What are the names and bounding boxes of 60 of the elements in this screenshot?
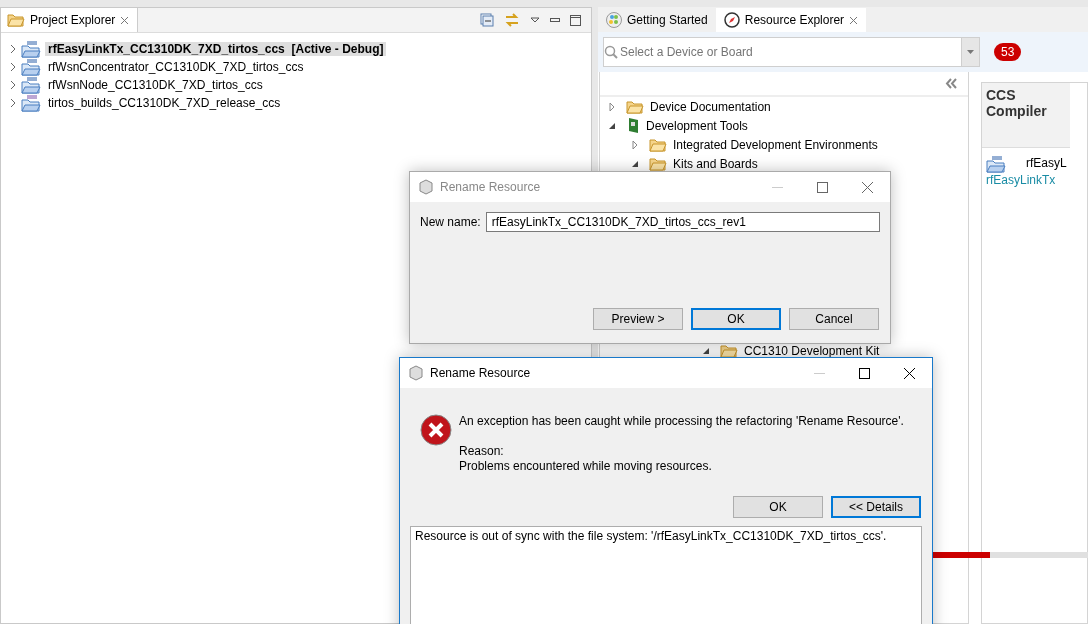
tree-item[interactable]: Kits and Boards bbox=[673, 156, 758, 171]
detail-header: CCS Compiler bbox=[982, 83, 1070, 148]
dialog-button[interactable]: Preview > bbox=[593, 308, 683, 330]
dialog-button[interactable]: Cancel bbox=[789, 308, 879, 330]
tree-item[interactable]: CC1310 Development Kit bbox=[744, 343, 880, 358]
editor-tab[interactable]: Getting Started bbox=[598, 8, 716, 32]
count-badge: 53 bbox=[994, 43, 1022, 61]
dialog-title: Rename Resource bbox=[440, 180, 541, 194]
resource-name: rfEasyL bbox=[1026, 156, 1067, 172]
expand-triangle-icon[interactable] bbox=[631, 140, 639, 149]
expand-triangle-icon[interactable] bbox=[608, 102, 616, 111]
circuit-board-icon bbox=[626, 116, 640, 135]
error-message: An exception has been caught while processing the refactoring 'Rename Resource'. bbox=[459, 414, 904, 429]
minimize-icon[interactable] bbox=[550, 18, 560, 22]
tree-item[interactable]: Development Tools bbox=[646, 118, 748, 133]
folder-icon bbox=[649, 156, 667, 171]
cube-icon bbox=[408, 365, 424, 381]
double-chevron-left-icon[interactable] bbox=[945, 78, 958, 89]
project-item[interactable]: rfWsnNode_CC1310DK_7XD_tirtos_ccs bbox=[45, 78, 266, 92]
reason-label: Reason: bbox=[459, 444, 505, 459]
dropdown-arrow-icon[interactable] bbox=[967, 50, 974, 54]
resource-link[interactable]: rfEasyLinkTx bbox=[986, 173, 1056, 187]
package-folder-icon bbox=[720, 343, 738, 358]
compass-icon bbox=[723, 12, 740, 28]
dialog-button[interactable]: OK bbox=[691, 308, 781, 330]
field-label: New name: bbox=[420, 215, 481, 229]
project-explorer-tab[interactable]: Project Explorer bbox=[1, 8, 139, 32]
details-text: Resource is out of sync with the file system: '/rfEasyLinkTx_CC1310DK_7XD_tirtos_ccs'. bbox=[410, 526, 922, 624]
project-folder-icon bbox=[986, 156, 1006, 173]
project-explorer-icon bbox=[7, 13, 25, 27]
search-icon bbox=[604, 45, 618, 59]
dialog-button[interactable]: << Details bbox=[831, 496, 921, 518]
error-icon bbox=[420, 414, 452, 446]
project-folder-icon bbox=[21, 76, 41, 94]
dialog-title: Rename Resource bbox=[430, 366, 531, 380]
tree-item[interactable]: Device Documentation bbox=[650, 99, 771, 114]
project-item[interactable]: rfWsnConcentrator_CC1310DK_7XD_tirtos_ccs bbox=[45, 60, 307, 74]
collapse-triangle-icon[interactable] bbox=[608, 121, 616, 130]
tree-item[interactable]: Integrated Development Environments bbox=[673, 137, 878, 152]
close-icon[interactable] bbox=[904, 367, 915, 379]
device-combo-box[interactable]: Select a Device or Board bbox=[603, 37, 980, 67]
editor-tab[interactable]: Resource Explorer bbox=[715, 8, 867, 32]
folder-icon bbox=[649, 137, 667, 152]
maximize-icon[interactable] bbox=[859, 367, 870, 379]
reason-text: Problems encountered while moving resources. bbox=[459, 459, 713, 474]
project-folder-icon bbox=[21, 40, 41, 58]
project-item[interactable]: tirtos_builds_CC1310DK_7XD_release_ccs bbox=[45, 96, 284, 110]
collapse-triangle-icon[interactable] bbox=[702, 346, 710, 355]
collapse-triangle-icon[interactable] bbox=[631, 159, 639, 168]
collapse-all-icon[interactable] bbox=[480, 13, 494, 27]
dialog-button[interactable]: OK bbox=[733, 496, 823, 518]
maximize-icon[interactable] bbox=[570, 14, 581, 26]
project-item[interactable]: rfEasyLinkTx_CC1310DK_7XD_tirtos_ccs [Active - Debug] bbox=[45, 42, 387, 56]
project-folder-icon bbox=[21, 58, 41, 76]
cube-icon bbox=[418, 179, 434, 195]
new-name-field[interactable]: rfEasyLinkTx_CC1310DK_7XD_tirtos_ccs_rev1 bbox=[485, 212, 880, 232]
view-menu-icon[interactable] bbox=[530, 17, 540, 23]
project-folder-icon bbox=[21, 94, 41, 112]
dots-icon bbox=[606, 12, 622, 28]
folder-icon bbox=[626, 99, 644, 114]
